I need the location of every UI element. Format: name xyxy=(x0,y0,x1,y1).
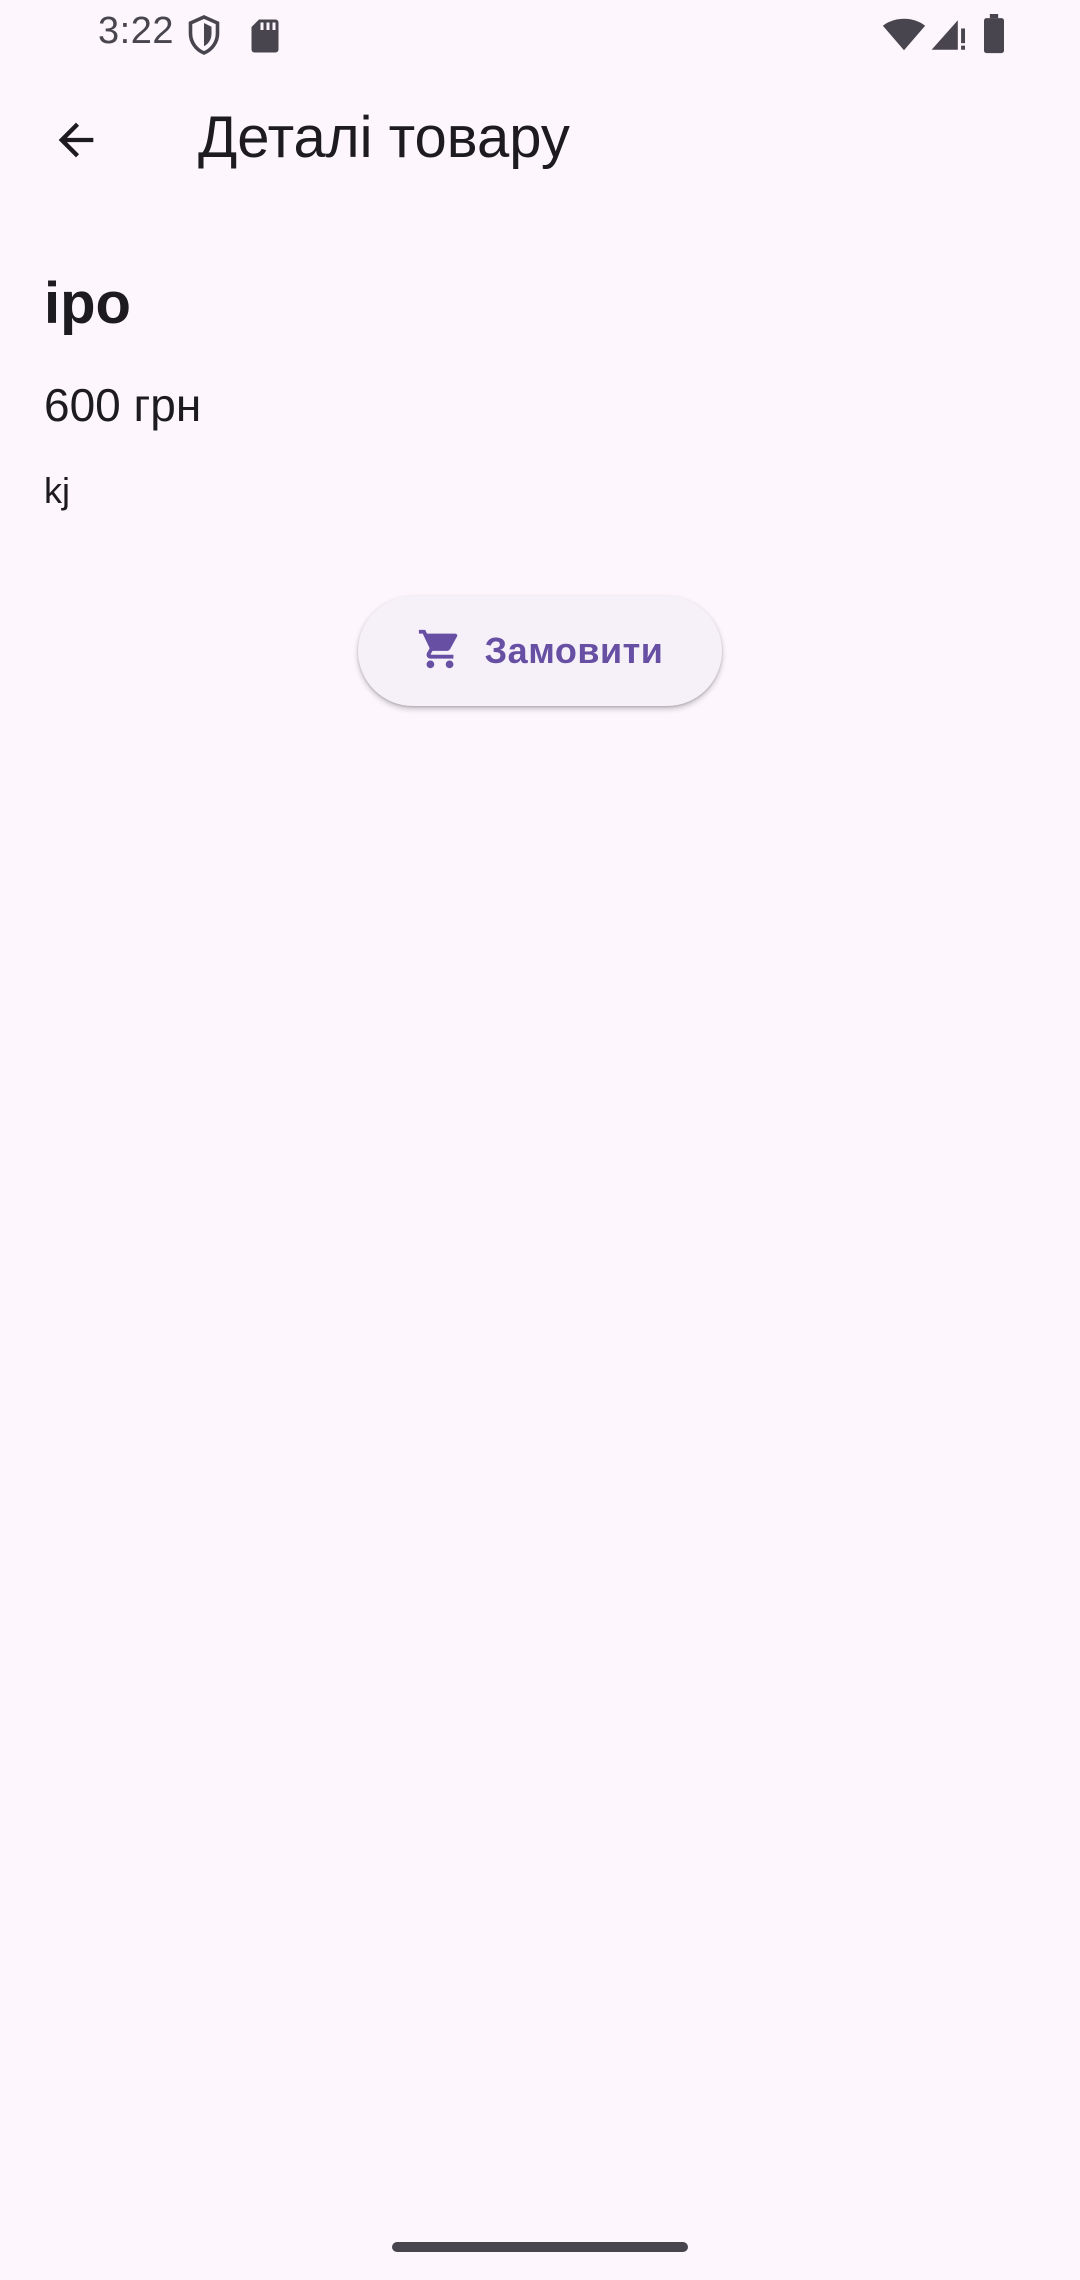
sd-card-icon xyxy=(250,18,280,59)
product-details-screen: 3:22 Деталі товару ipo 600 грн kj Замови… xyxy=(0,0,1080,2280)
top-app-bar: Деталі товару xyxy=(0,72,1080,212)
back-button[interactable] xyxy=(28,94,124,190)
status-bar: 3:22 xyxy=(0,0,1080,72)
arrow-back-icon xyxy=(50,114,102,171)
signal-icon xyxy=(930,18,966,57)
order-button[interactable]: Замовити xyxy=(358,596,722,706)
gesture-nav-handle[interactable] xyxy=(392,2242,688,2252)
product-name: ipo xyxy=(44,271,131,336)
product-description: kj xyxy=(44,470,70,511)
product-price: 600 грн xyxy=(44,379,202,431)
page-title: Деталі товару xyxy=(198,105,570,170)
shield-icon xyxy=(186,14,222,61)
order-button-label: Замовити xyxy=(484,630,664,671)
cart-icon xyxy=(417,626,463,677)
wifi-icon xyxy=(882,18,926,57)
status-time: 3:22 xyxy=(98,10,174,52)
battery-icon xyxy=(982,14,1006,59)
